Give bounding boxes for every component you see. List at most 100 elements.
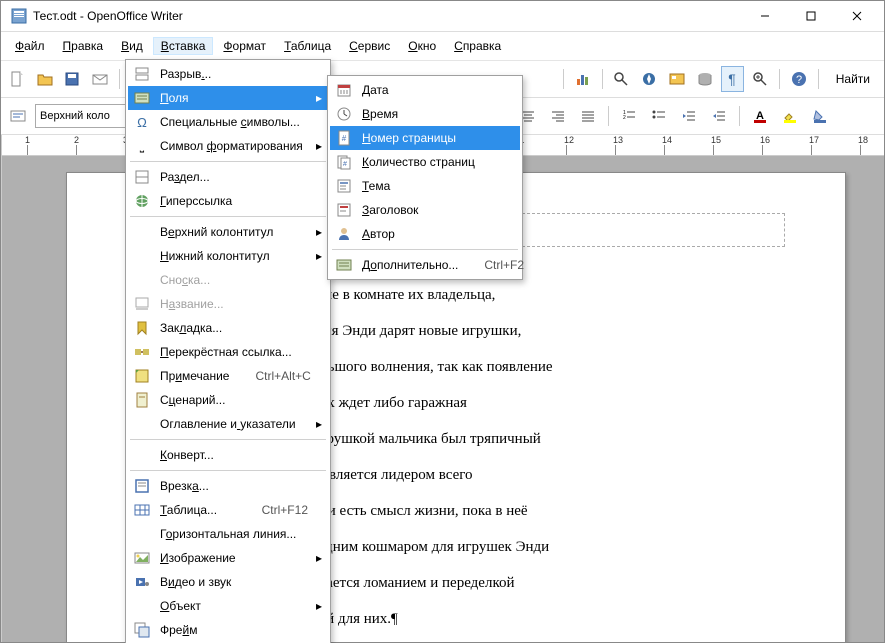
navigator-button[interactable] [637, 66, 661, 92]
submenu-arrow-icon: ▸ [316, 599, 322, 613]
find-button[interactable] [610, 66, 634, 92]
insert-item-20[interactable]: Врезка... [128, 474, 328, 498]
bookmark-icon [132, 318, 152, 338]
format-char-icon: ⎵ [132, 136, 152, 156]
menu-файл[interactable]: Файл [7, 37, 53, 55]
open-button[interactable] [33, 66, 57, 92]
gallery-button[interactable] [665, 66, 689, 92]
help-button[interactable]: ? [787, 66, 811, 92]
menu-item-label: Гиперссылка [160, 194, 308, 208]
align-right-button[interactable] [545, 103, 571, 129]
menu-item-label: Поля [160, 91, 308, 105]
fields-item-3[interactable]: #Количество страниц [330, 150, 520, 174]
insert-item-0[interactable]: Разрыв... [128, 62, 328, 86]
highlight-button[interactable] [777, 103, 803, 129]
zoom-button[interactable] [748, 66, 772, 92]
caption-icon [132, 294, 152, 314]
insert-item-18[interactable]: Конверт... [128, 443, 328, 467]
insert-item-9[interactable]: Нижний колонтитул▸ [128, 244, 328, 268]
menu-окно[interactable]: Окно [400, 37, 444, 55]
submenu-arrow-icon: ▸ [316, 139, 322, 153]
datasources-button[interactable] [693, 66, 717, 92]
font-color-button[interactable]: A [747, 103, 773, 129]
fields-item-1[interactable]: Время [330, 102, 520, 126]
script-icon [132, 390, 152, 410]
submenu-arrow-icon: ▸ [316, 551, 322, 565]
insert-item-11: Название... [128, 292, 328, 316]
menu-item-label: Видео и звук [160, 575, 308, 589]
insert-item-23[interactable]: Изображение ▸ [128, 546, 328, 570]
media-icon [132, 572, 152, 592]
submenu-arrow-icon: ▸ [316, 225, 322, 239]
insert-item-2[interactable]: ΩСпециальные символы... [128, 110, 328, 134]
submenu-arrow-icon: ▸ [316, 417, 322, 431]
insert-item-10: Сноска... [128, 268, 328, 292]
menu-item-label: Название... [160, 297, 308, 311]
insert-item-21[interactable]: Таблица...Ctrl+F12 [128, 498, 328, 522]
fields-item-0[interactable]: Дата [330, 78, 520, 102]
insert-item-8[interactable]: Верхний колонтитул▸ [128, 220, 328, 244]
window-title: Тест.odt - OpenOffice Writer [33, 9, 183, 23]
insert-item-6[interactable]: Гиперссылка [128, 189, 328, 213]
fields-item-6[interactable]: Автор [330, 222, 520, 246]
bullets-button[interactable] [646, 103, 672, 129]
insert-item-12[interactable]: Закладка... [128, 316, 328, 340]
menu-item-label: Нижний колонтитул [160, 249, 308, 263]
svg-text:⎵: ⎵ [140, 141, 145, 153]
menu-item-label: Количество страниц [362, 155, 500, 169]
align-justify-button[interactable] [575, 103, 601, 129]
maximize-button[interactable] [788, 1, 834, 31]
insert-item-3[interactable]: ⎵Символ форматирования▸ [128, 134, 328, 158]
insert-item-5[interactable]: Раздел... [128, 165, 328, 189]
date-icon [334, 80, 354, 100]
email-button[interactable] [88, 66, 112, 92]
menu-справка[interactable]: Справка [446, 37, 509, 55]
save-button[interactable] [61, 66, 85, 92]
more-fields-icon [334, 255, 354, 275]
nonprinting-toggle[interactable]: ¶ [721, 66, 745, 92]
menu-таблица[interactable]: Таблица [276, 37, 339, 55]
svg-text:Ω: Ω [137, 115, 147, 130]
menu-item-label: Фрейм [160, 623, 308, 637]
insert-item-1[interactable]: Поля▸ [128, 86, 328, 110]
find-label[interactable]: Найти [826, 72, 880, 86]
indent-decrease-button[interactable] [676, 103, 702, 129]
section-icon [132, 167, 152, 187]
insert-item-25[interactable]: Объект ▸ [128, 594, 328, 618]
insert-item-13[interactable]: Перекрёстная ссылка... [128, 340, 328, 364]
blank-icon [132, 524, 152, 544]
crossref-icon [132, 342, 152, 362]
menu-item-label: Изображение [160, 551, 308, 565]
menu-правка[interactable]: Правка [55, 37, 112, 55]
blank-icon [132, 596, 152, 616]
insert-item-26[interactable]: Фрейм [128, 618, 328, 642]
styles-button[interactable] [5, 103, 31, 129]
fields-item-5[interactable]: Заголовок [330, 198, 520, 222]
insert-item-16[interactable]: Оглавление и указатели▸ [128, 412, 328, 436]
menu-item-label: Номер страницы [362, 131, 500, 145]
insert-item-24[interactable]: Видео и звук [128, 570, 328, 594]
new-button[interactable] [5, 66, 29, 92]
menu-item-label: Сценарий... [160, 393, 308, 407]
menu-вид[interactable]: Вид [113, 37, 151, 55]
chart-button[interactable] [571, 66, 595, 92]
insert-item-14[interactable]: ПримечаниеCtrl+Alt+C [128, 364, 328, 388]
fields-item-4[interactable]: Тема [330, 174, 520, 198]
minimize-button[interactable] [742, 1, 788, 31]
numbering-button[interactable]: 12 [616, 103, 642, 129]
menu-сервис[interactable]: Сервис [341, 37, 398, 55]
svg-text:¶: ¶ [729, 71, 737, 87]
fields-item-2[interactable]: #Номер страницы [330, 126, 520, 150]
menu-формат[interactable]: Формат [215, 37, 274, 55]
subject-icon [334, 176, 354, 196]
indent-increase-button[interactable] [706, 103, 732, 129]
close-button[interactable] [834, 1, 880, 31]
background-button[interactable] [807, 103, 833, 129]
comment-icon [132, 366, 152, 386]
break-icon [132, 64, 152, 84]
insert-item-22[interactable]: Горизонтальная линия... [128, 522, 328, 546]
fields-item-8[interactable]: Дополнительно...Ctrl+F2 [330, 253, 520, 277]
menu-item-label: Объект [160, 599, 308, 613]
insert-item-15[interactable]: Сценарий... [128, 388, 328, 412]
menu-вставка[interactable]: Вставка [153, 37, 214, 55]
